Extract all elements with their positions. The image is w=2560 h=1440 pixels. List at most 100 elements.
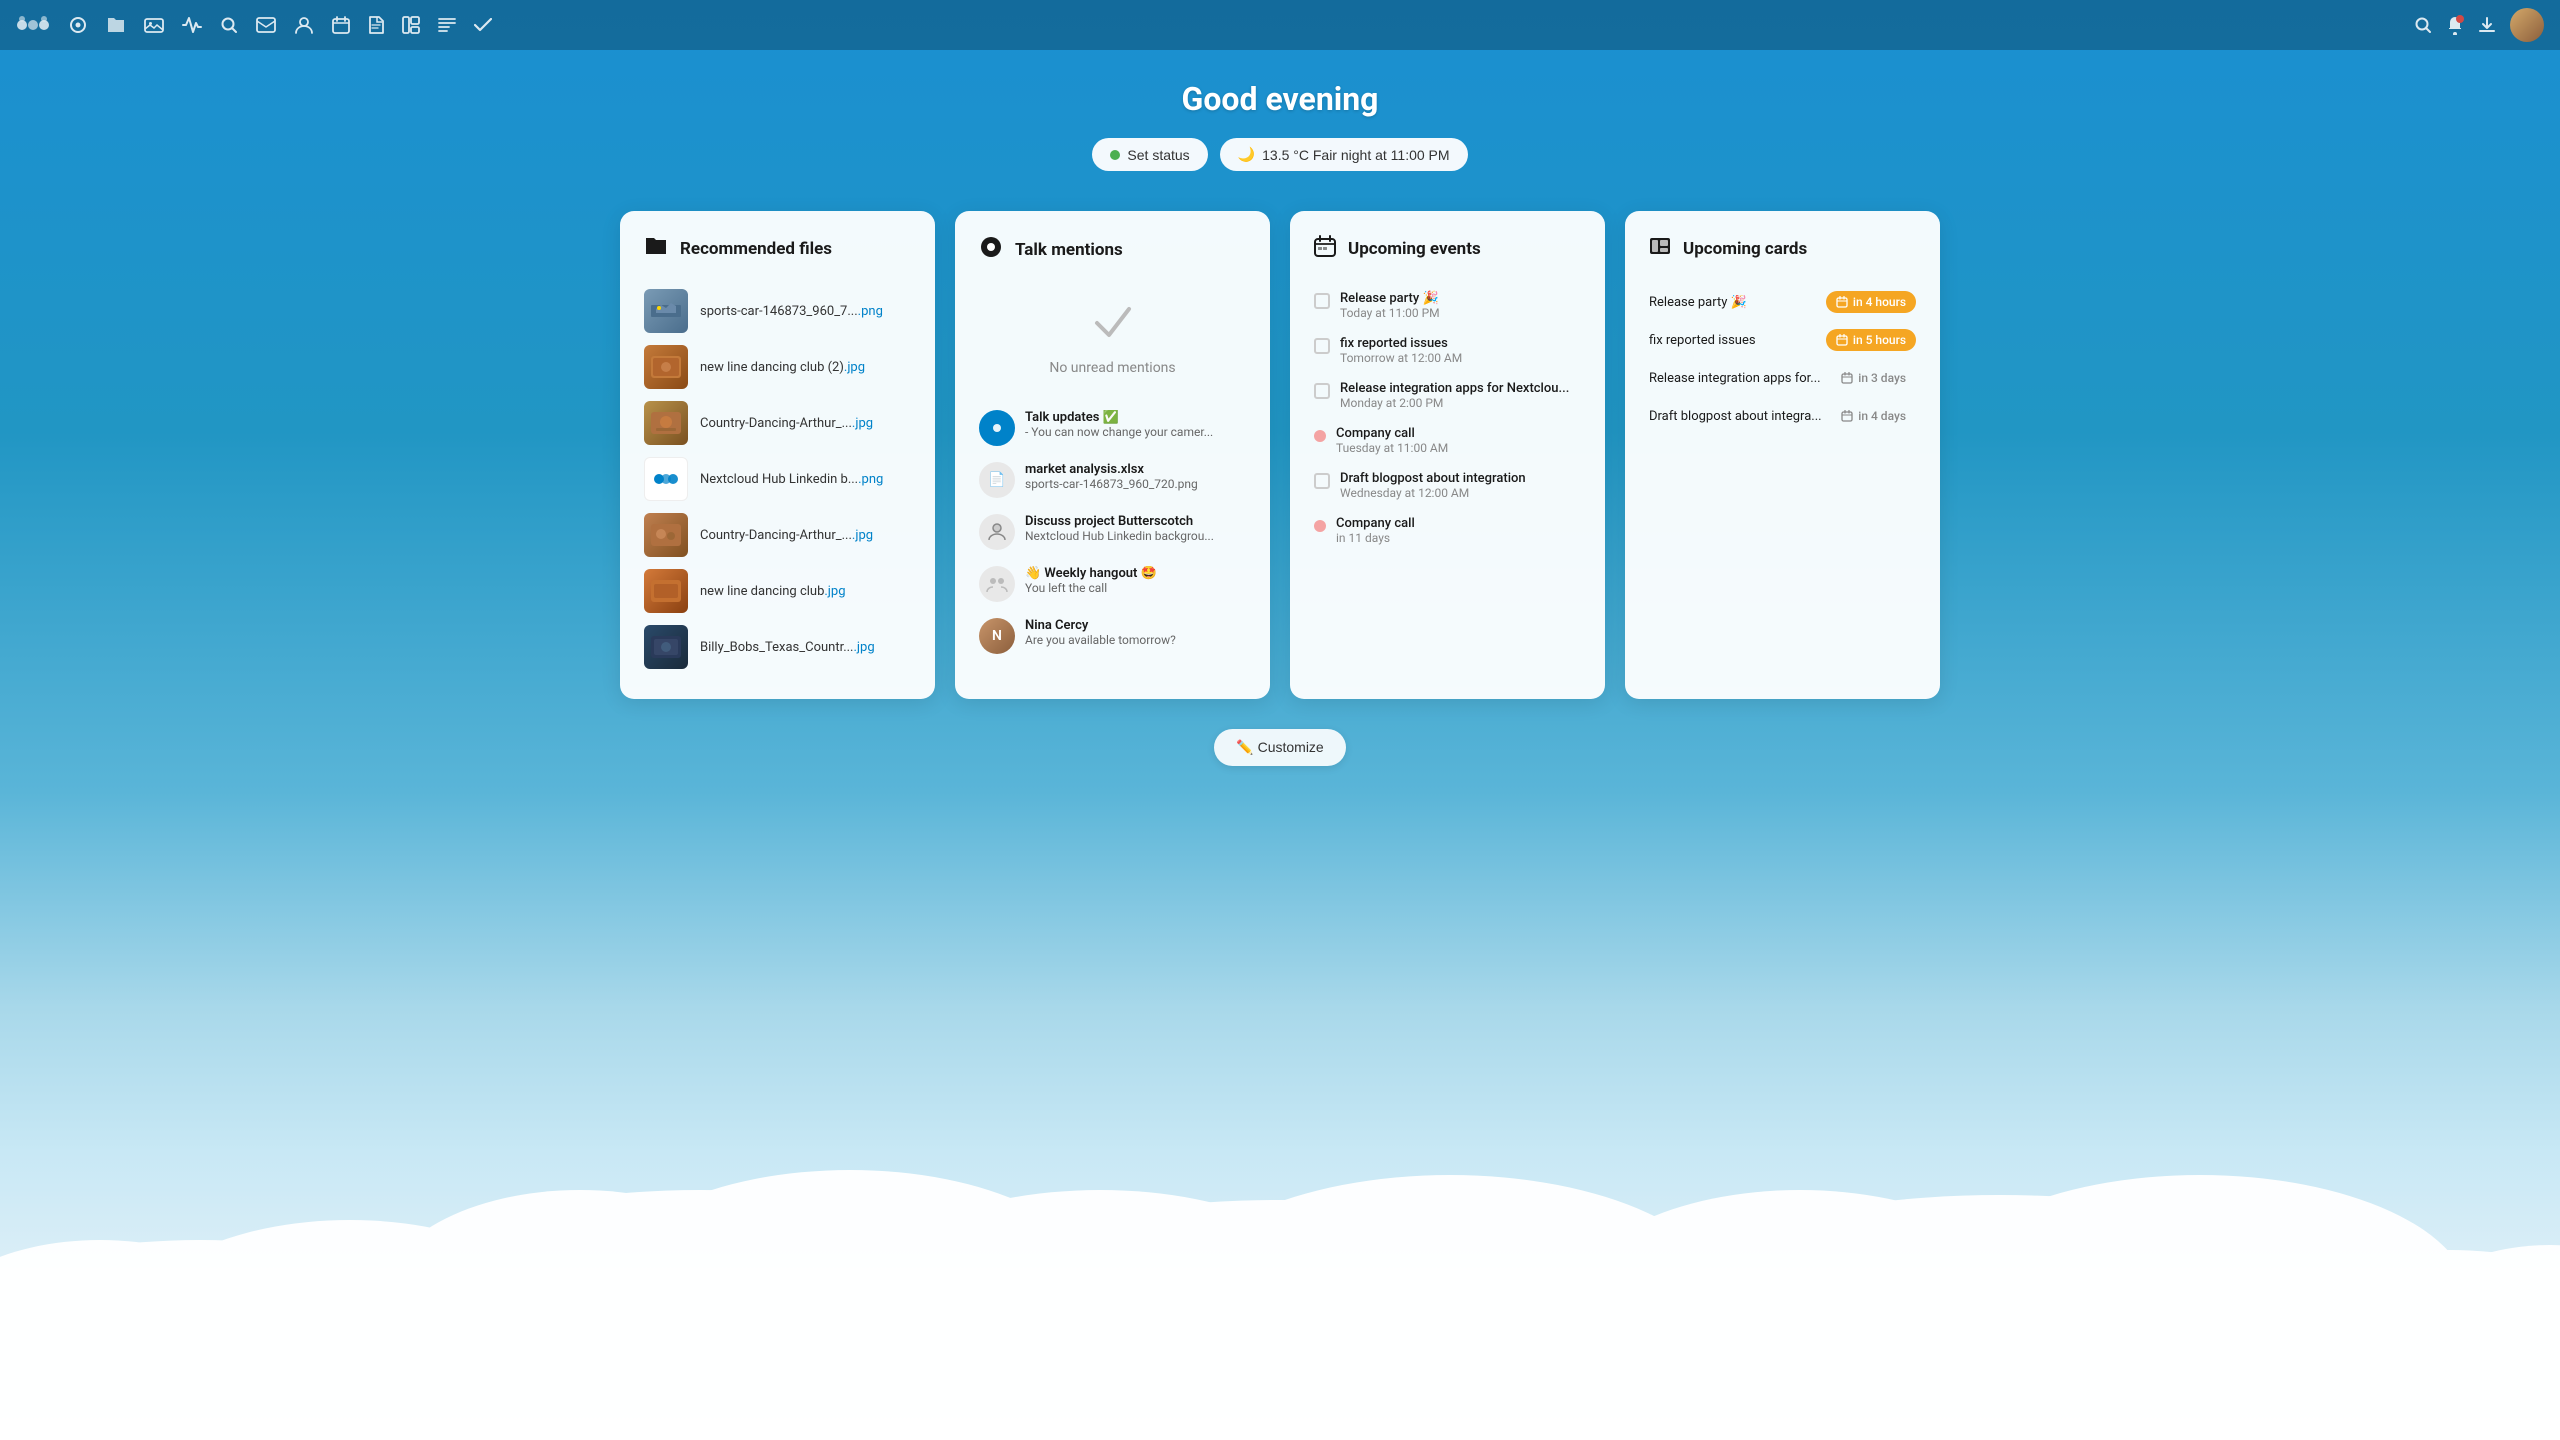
event-time-3: Monday at 2:00 PM xyxy=(1340,396,1569,410)
badge-label-1: in 4 hours xyxy=(1853,295,1906,309)
event-name-6: Company call xyxy=(1336,516,1415,531)
photos-icon[interactable] xyxy=(144,16,164,34)
talk-item-4[interactable]: 👋 Weekly hangout 🤩 You left the call xyxy=(979,558,1246,610)
card-name-2: fix reported issues xyxy=(1649,333,1818,348)
card-item-1[interactable]: Release party 🎉 in 4 hours xyxy=(1649,283,1916,321)
upcoming-events-header: Upcoming events xyxy=(1314,235,1581,263)
card-badge-4: in 4 days xyxy=(1831,405,1916,427)
tasks-icon[interactable] xyxy=(438,17,456,33)
status-indicator xyxy=(1110,150,1120,160)
file-name-7: Billy_Bobs_Texas_Countr....jpg xyxy=(700,640,875,655)
card-badge-1: in 4 hours xyxy=(1826,291,1916,313)
talk-content-2: market analysis.xlsx sports-car-146873_9… xyxy=(1025,462,1246,491)
card-item-4[interactable]: Draft blogpost about integra... in 4 day… xyxy=(1649,397,1916,435)
file-name-2: new line dancing club (2).jpg xyxy=(700,360,865,375)
nextcloud-logo[interactable] xyxy=(16,14,50,36)
talk-name-3: Discuss project Butterscotch xyxy=(1025,514,1246,529)
dashboard-icon[interactable] xyxy=(68,15,88,35)
main-content: Good evening Set status 🌙 13.5 °C Fair n… xyxy=(0,0,2560,786)
talk-msg-3: Nextcloud Hub Linkedin backgrou... xyxy=(1025,529,1246,543)
mail-icon[interactable] xyxy=(256,17,276,33)
talk-content-4: 👋 Weekly hangout 🤩 You left the call xyxy=(1025,566,1246,595)
card-name-1: Release party 🎉 xyxy=(1649,295,1818,310)
file-name-5: Country-Dancing-Arthur_....jpg xyxy=(700,528,873,543)
file-item-3[interactable]: Country-Dancing-Arthur_....jpg xyxy=(644,395,911,451)
card-name-4: Draft blogpost about integra... xyxy=(1649,409,1823,424)
file-item-7[interactable]: Billy_Bobs_Texas_Countr....jpg xyxy=(644,619,911,675)
file-item-5[interactable]: Country-Dancing-Arthur_....jpg xyxy=(644,507,911,563)
card-item-2[interactable]: fix reported issues in 5 hours xyxy=(1649,321,1916,359)
event-content-3: Release integration apps for Nextclou...… xyxy=(1340,381,1569,410)
search-icon[interactable] xyxy=(220,16,238,34)
event-checkbox-5[interactable] xyxy=(1314,473,1330,489)
file-item-4[interactable]: Nextcloud Hub Linkedin b....png xyxy=(644,451,911,507)
talk-name-4: 👋 Weekly hangout 🤩 xyxy=(1025,566,1246,581)
event-item-6[interactable]: Company call in 11 days xyxy=(1314,508,1581,553)
card-item-3[interactable]: Release integration apps for... in 3 day… xyxy=(1649,359,1916,397)
talk-item-5[interactable]: N Nina Cercy Are you available tomorrow? xyxy=(979,610,1246,662)
event-content-6: Company call in 11 days xyxy=(1336,516,1415,545)
nav-right xyxy=(2414,8,2544,42)
download-icon[interactable] xyxy=(2478,16,2496,34)
talk-avatar-4 xyxy=(979,566,1015,602)
files-icon[interactable] xyxy=(106,16,126,34)
file-item-2[interactable]: new line dancing club (2).jpg xyxy=(644,339,911,395)
event-item-2[interactable]: fix reported issues Tomorrow at 12:00 AM xyxy=(1314,328,1581,373)
event-name-2: fix reported issues xyxy=(1340,336,1462,351)
recommended-files-title: Recommended files xyxy=(680,239,832,259)
talk-mentions-card: Talk mentions No unread mentions Talk up… xyxy=(955,211,1270,699)
talk-item-1[interactable]: Talk updates ✅ - You can now change your… xyxy=(979,402,1246,454)
calendar-icon[interactable] xyxy=(332,16,350,34)
talk-content-3: Discuss project Butterscotch Nextcloud H… xyxy=(1025,514,1246,543)
checkmark-indicator xyxy=(1093,305,1133,350)
notes-icon[interactable] xyxy=(368,16,384,34)
weather-icon: 🌙 xyxy=(1238,146,1255,163)
event-item-4[interactable]: Company call Tuesday at 11:00 AM xyxy=(1314,418,1581,463)
talk-item-2[interactable]: 📄 market analysis.xlsx sports-car-146873… xyxy=(979,454,1246,506)
file-name-4: Nextcloud Hub Linkedin b....png xyxy=(700,472,883,487)
customize-button[interactable]: ✏️ Customize xyxy=(1214,729,1345,766)
activity-icon[interactable] xyxy=(182,16,202,34)
talk-item-3[interactable]: Discuss project Butterscotch Nextcloud H… xyxy=(979,506,1246,558)
topbar xyxy=(0,0,2560,50)
talk-msg-1: - You can now change your camer... xyxy=(1025,425,1246,439)
event-name-4: Company call xyxy=(1336,426,1448,441)
notifications-icon[interactable] xyxy=(2446,15,2464,35)
event-item-5[interactable]: Draft blogpost about integration Wednesd… xyxy=(1314,463,1581,508)
file-name-1: sports-car-146873_960_7....png xyxy=(700,304,883,319)
event-item-1[interactable]: Release party 🎉 Today at 11:00 PM xyxy=(1314,283,1581,328)
recommended-files-header: Recommended files xyxy=(644,235,911,263)
checkmark-icon[interactable] xyxy=(474,18,492,32)
talk-mentions-header: Talk mentions xyxy=(979,235,1246,265)
talk-avatar-1 xyxy=(979,410,1015,446)
event-time-2: Tomorrow at 12:00 AM xyxy=(1340,351,1462,365)
event-checkbox-2[interactable] xyxy=(1314,338,1330,354)
nav-left xyxy=(16,14,2414,36)
talk-content-1: Talk updates ✅ - You can now change your… xyxy=(1025,410,1246,439)
folder-icon xyxy=(644,235,668,263)
weather-label: 13.5 °C Fair night at 11:00 PM xyxy=(1262,147,1449,163)
event-item-3[interactable]: Release integration apps for Nextclou...… xyxy=(1314,373,1581,418)
file-item-1[interactable]: sports-car-146873_960_7....png xyxy=(644,283,911,339)
event-checkbox-1[interactable] xyxy=(1314,293,1330,309)
badge-label-3: in 3 days xyxy=(1858,371,1906,385)
weather-button[interactable]: 🌙 13.5 °C Fair night at 11:00 PM xyxy=(1220,138,1468,171)
deck-icon[interactable] xyxy=(402,16,420,34)
talk-name-1: Talk updates ✅ xyxy=(1025,410,1246,425)
global-search-icon[interactable] xyxy=(2414,16,2432,34)
talk-name-2: market analysis.xlsx xyxy=(1025,462,1246,477)
contacts-icon[interactable] xyxy=(294,16,314,34)
event-time-5: Wednesday at 12:00 AM xyxy=(1340,486,1526,500)
talk-icon xyxy=(979,235,1003,265)
talk-avatar-2: 📄 xyxy=(979,462,1015,498)
user-avatar[interactable] xyxy=(2510,8,2544,42)
event-time-4: Tuesday at 11:00 AM xyxy=(1336,441,1448,455)
card-badge-3: in 3 days xyxy=(1831,367,1916,389)
no-mentions-text: No unread mentions xyxy=(1049,360,1175,376)
upcoming-cards-header: Upcoming cards xyxy=(1649,235,1916,263)
file-item-6[interactable]: new line dancing club.jpg xyxy=(644,563,911,619)
event-checkbox-3[interactable] xyxy=(1314,383,1330,399)
event-content-4: Company call Tuesday at 11:00 AM xyxy=(1336,426,1448,455)
event-content-2: fix reported issues Tomorrow at 12:00 AM xyxy=(1340,336,1462,365)
set-status-button[interactable]: Set status xyxy=(1092,138,1207,171)
